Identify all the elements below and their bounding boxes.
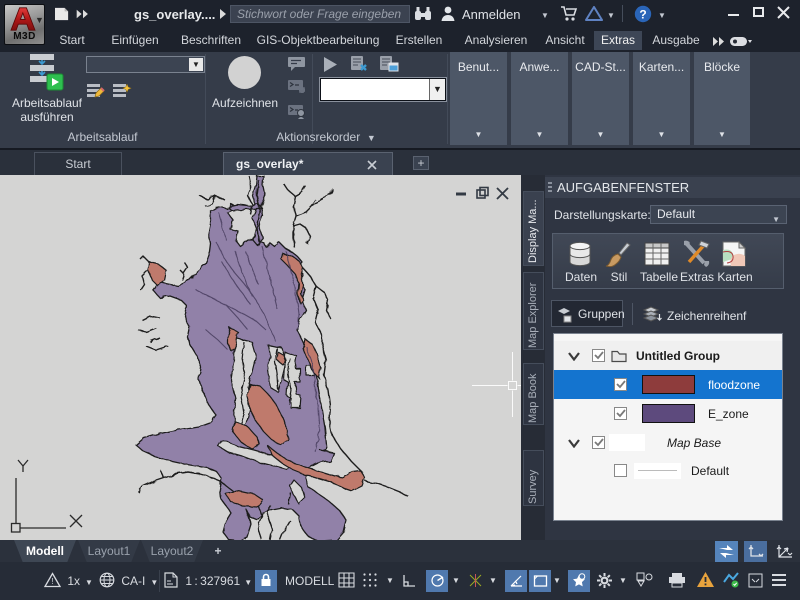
svg-text:!: ! <box>51 577 53 586</box>
svg-text:?: ? <box>639 8 646 22</box>
